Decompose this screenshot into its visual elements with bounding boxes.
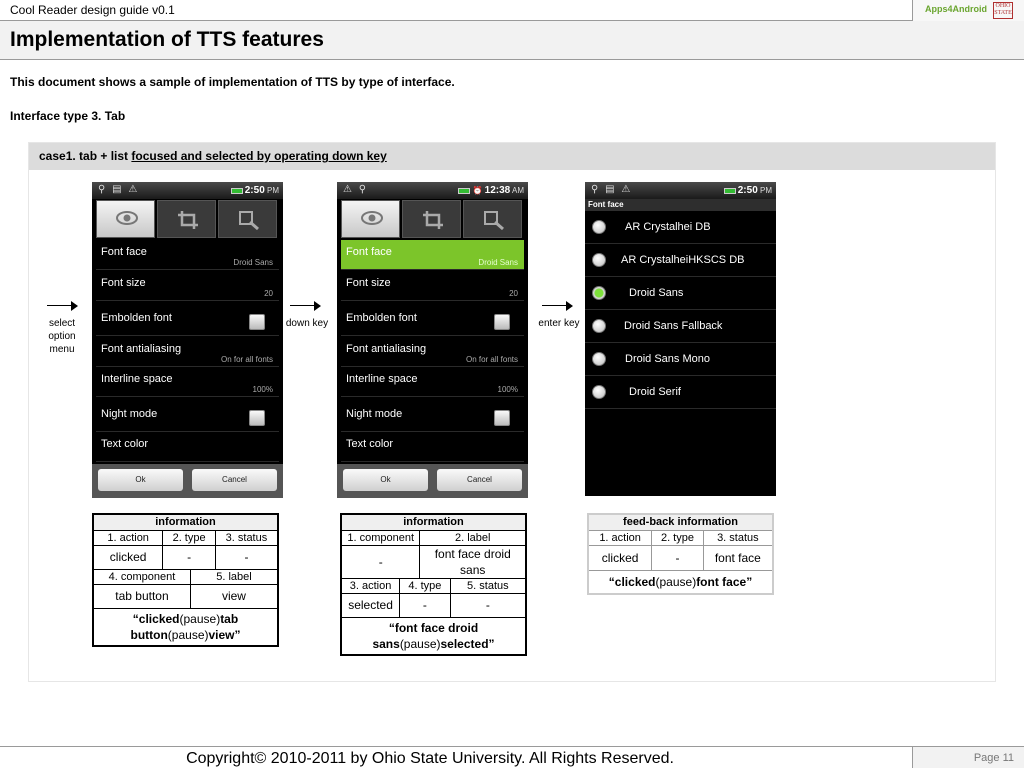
cancel-button[interactable]: Cancel <box>192 469 277 491</box>
cancel-button[interactable]: Cancel <box>437 469 522 491</box>
case-prefix: case1. tab + list <box>39 149 132 163</box>
option-text-color[interactable]: Text color <box>96 432 279 462</box>
crop-icon <box>423 211 443 229</box>
option-interline-space[interactable]: Interline space 100% <box>341 367 524 397</box>
status-bar: ⚲ ▤ ⚠ 2:50 PM <box>92 182 283 199</box>
arrow-label-enter-key: enter key <box>538 318 580 329</box>
font-face-dialog-title: Font face <box>585 199 776 211</box>
apps4android-logo: Apps4Android <box>925 4 987 14</box>
battery-icon <box>458 187 471 194</box>
header-bar: Cool Reader design guide v0.1 Apps4Andro… <box>0 0 1024 21</box>
crop-icon <box>178 211 198 229</box>
option-font-face-focused[interactable]: Font face Droid Sans <box>341 240 524 270</box>
option-embolden-font[interactable]: Embolden font <box>96 306 279 336</box>
checkbox[interactable] <box>494 314 510 330</box>
notification-icons: ⚲ ▤ ⚠ <box>591 184 633 195</box>
page-title: Implementation of TTS features <box>10 28 324 51</box>
logo-area: Apps4Android OHIO STATE <box>912 0 1024 21</box>
phone-screen-1: ⚲ ▤ ⚠ 2:50 PM Font face Droid Sans Font s… <box>92 182 283 498</box>
search-icon <box>484 211 504 230</box>
table-header: information <box>92 513 279 531</box>
option-font-antialiasing[interactable]: Font antialiasing On for all fonts <box>96 337 279 367</box>
copyright-text: Copyright© 2010-2011 by Ohio State Unive… <box>186 750 674 767</box>
status-time: 12:38 <box>484 185 511 196</box>
case-underlined: focused and selected by operating down k… <box>131 149 387 163</box>
status-bar: ⚲ ▤ ⚠ 2:50 PM <box>585 182 776 199</box>
table-header: feed-back information <box>587 513 774 531</box>
tts-phrase: “clicked(pause)tab button(pause)view” <box>92 607 279 646</box>
ok-button[interactable]: Ok <box>343 469 428 491</box>
case-heading: case1. tab + list focused and selected b… <box>29 143 995 170</box>
battery-icon <box>723 187 736 194</box>
radio-button[interactable] <box>592 220 606 234</box>
ohio-state-logo: OHIO STATE <box>993 2 1013 19</box>
info-table-2: information 1. component 2. label - font… <box>340 513 527 656</box>
status-ampm: PM <box>267 186 279 195</box>
feedback-table: feed-back information 1. action 2. type … <box>587 513 774 595</box>
tab-view[interactable] <box>96 200 155 238</box>
notification-icons: ⚲ ▤ ⚠ <box>98 184 140 195</box>
radio-button[interactable] <box>592 319 606 333</box>
button-row: Ok Cancel <box>92 464 283 498</box>
arrow-label-select-option-menu: select option menu <box>48 318 76 355</box>
option-font-size[interactable]: Font size 20 <box>96 271 279 301</box>
tts-phrase: “font face droid sans(pause)selected” <box>340 616 527 655</box>
tab-crop[interactable] <box>157 200 216 238</box>
radio-button[interactable] <box>592 385 606 399</box>
eye-icon <box>361 211 383 225</box>
font-option-droid-sans-mono[interactable]: Droid Sans Mono <box>585 343 776 376</box>
status-time: 2:50 <box>244 185 265 196</box>
info-table-1: information 1. action 2. type 3. status … <box>92 513 279 647</box>
search-icon <box>239 211 259 230</box>
font-option-droid-sans-fallback[interactable]: Droid Sans Fallback <box>585 310 776 343</box>
intro-text: This document shows a sample of implemen… <box>10 75 455 89</box>
radio-button[interactable] <box>592 352 606 366</box>
status-time: 2:50 <box>737 185 758 196</box>
tab-search[interactable] <box>463 200 522 238</box>
table-header: information <box>340 513 527 531</box>
option-night-mode[interactable]: Night mode <box>341 402 524 432</box>
interface-type-heading: Interface type 3. Tab <box>10 109 126 123</box>
ok-button[interactable]: Ok <box>98 469 183 491</box>
arrow-right-icon <box>290 300 321 312</box>
tab-view[interactable] <box>341 200 400 238</box>
option-font-antialiasing[interactable]: Font antialiasing On for all fonts <box>341 337 524 367</box>
checkbox[interactable] <box>249 314 265 330</box>
arrow-right-icon <box>47 300 78 312</box>
tab-strip <box>341 200 524 238</box>
font-option-ar-crystalhei-db[interactable]: AR Crystalhei DB <box>585 211 776 244</box>
arrow-label-down-key: down key <box>285 318 329 329</box>
status-ampm: PM <box>760 186 772 195</box>
checkbox[interactable] <box>494 410 510 426</box>
tab-crop[interactable] <box>402 200 461 238</box>
option-font-face[interactable]: Font face Droid Sans <box>96 240 279 270</box>
option-text-color[interactable]: Text color <box>341 432 524 462</box>
status-bar: ⚠ ⚲ ⏰ 12:38 AM <box>337 182 528 199</box>
status-ampm: AM <box>512 186 524 195</box>
tab-strip <box>96 200 279 238</box>
option-font-size[interactable]: Font size 20 <box>341 271 524 301</box>
font-option-ar-crystalhei-hkscs-db[interactable]: AR CrystalheiHKSCS DB <box>585 244 776 277</box>
option-embolden-font[interactable]: Embolden font <box>341 306 524 336</box>
font-option-droid-serif[interactable]: Droid Serif <box>585 376 776 409</box>
arrow-right-icon <box>542 300 573 312</box>
phone-screen-3: ⚲ ▤ ⚠ 2:50 PM Font face AR Crystalhei DB… <box>585 182 776 496</box>
option-night-mode[interactable]: Night mode <box>96 402 279 432</box>
title-bar: Implementation of TTS features <box>0 21 1024 60</box>
notification-icons: ⚠ ⚲ <box>343 184 369 195</box>
checkbox[interactable] <box>249 410 265 426</box>
battery-icon <box>230 187 243 194</box>
phone-screen-2: ⚠ ⚲ ⏰ 12:38 AM Font face Droid Sans Font … <box>337 182 528 498</box>
page-number: Page 11 <box>912 747 1024 768</box>
option-interline-space[interactable]: Interline space 100% <box>96 367 279 397</box>
eye-icon <box>116 211 138 225</box>
radio-button-selected[interactable] <box>592 286 606 300</box>
button-row: Ok Cancel <box>337 464 528 498</box>
footer: Copyright© 2010-2011 by Ohio State Unive… <box>0 746 1024 768</box>
tab-search[interactable] <box>218 200 277 238</box>
radio-button[interactable] <box>592 253 606 267</box>
font-option-droid-sans[interactable]: Droid Sans <box>585 277 776 310</box>
document-title: Cool Reader design guide v0.1 <box>10 3 175 17</box>
tts-phrase: “clicked(pause)font face” <box>587 569 774 595</box>
